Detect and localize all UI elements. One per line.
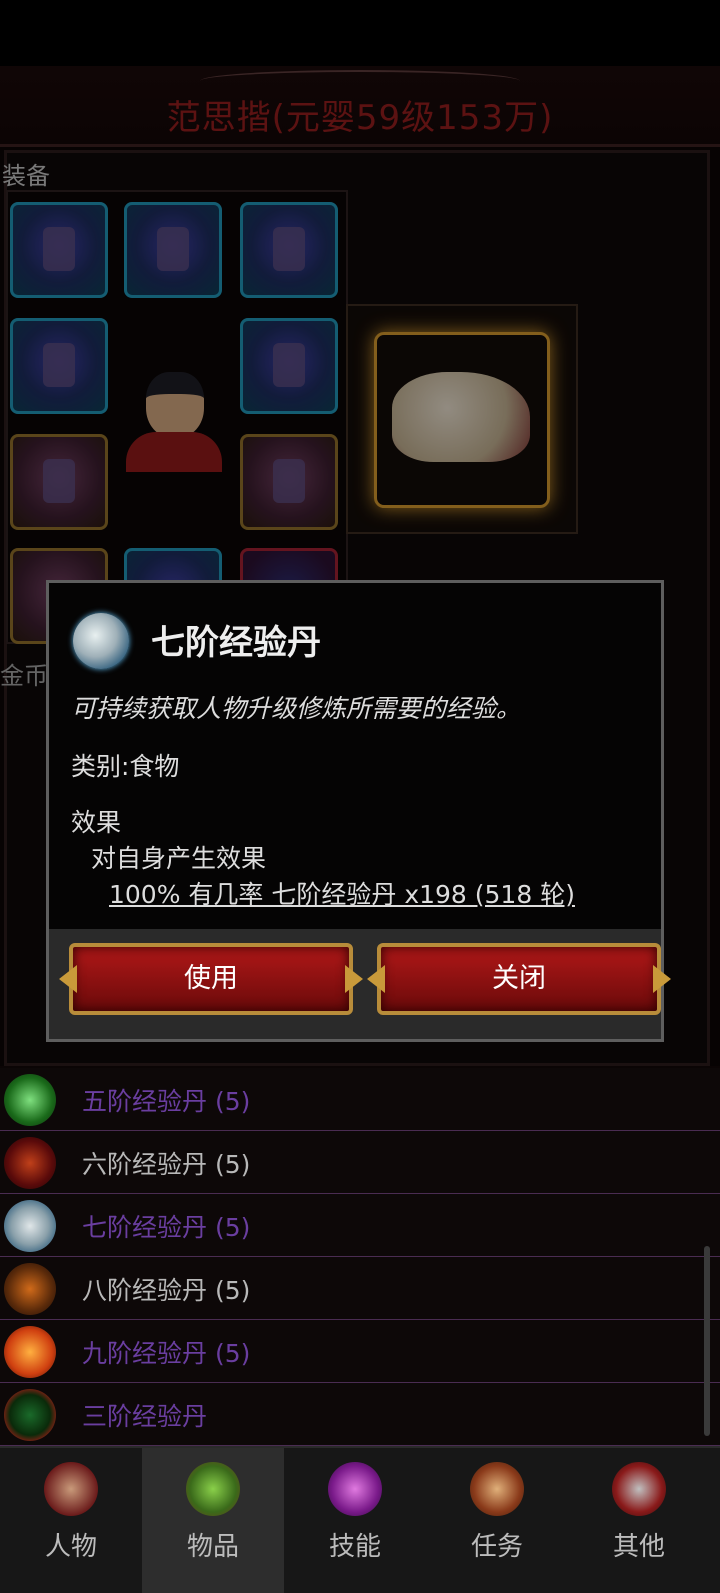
tab-label: 物品 <box>186 1532 239 1562</box>
pill-orb-icon <box>73 613 129 669</box>
tab-quests[interactable]: 任务 <box>426 1448 568 1593</box>
list-item[interactable]: 九阶经验丹 (5) <box>0 1320 720 1384</box>
item-name: 七阶经验丹 (5) <box>82 1213 251 1242</box>
item-name: 九阶经验丹 (5) <box>82 1339 251 1368</box>
tab-skills[interactable]: 技能 <box>284 1448 426 1593</box>
list-item[interactable]: 七阶经验丹 (5) <box>0 1194 720 1258</box>
effect-detail-link[interactable]: 100% 有几率 七阶经验丹 x198 (518 轮) <box>109 875 575 911</box>
white-orb-icon <box>4 1200 56 1252</box>
quests-icon <box>470 1462 524 1516</box>
flame-orb-icon <box>4 1263 56 1315</box>
status-bar-area <box>0 0 720 66</box>
item-name: 三阶经验丹 <box>82 1402 208 1431</box>
tab-items[interactable]: 物品 <box>142 1448 284 1593</box>
list-item[interactable]: 三阶经验丹 <box>0 1383 720 1447</box>
ornament-left <box>59 965 77 993</box>
use-button[interactable]: 使用 <box>59 943 363 1015</box>
effect-target: 对自身产生效果 <box>91 844 267 873</box>
dialog-title: 七阶经验丹 <box>151 623 321 663</box>
green-red-orb-icon <box>4 1389 56 1441</box>
close-button-label: 关闭 <box>492 963 546 994</box>
list-scrollbar[interactable] <box>704 1246 710 1436</box>
other-icon <box>612 1462 666 1516</box>
character-icon <box>44 1462 98 1516</box>
item-detail-dialog: 七阶经验丹 可持续获取人物升级修炼所需要的经验。 类别:食物 效果 对自身产生效… <box>46 580 671 1042</box>
item-name: 五阶经验丹 (5) <box>82 1087 251 1116</box>
red-orb-icon <box>4 1137 56 1189</box>
effect-header: 效果 <box>71 808 122 837</box>
list-item[interactable]: 六阶经验丹 (5) <box>0 1131 720 1195</box>
bottom-tab-bar: 人物 物品 技能 任务 其他 <box>0 1446 720 1593</box>
use-button-label: 使用 <box>184 963 238 994</box>
list-item[interactable]: 五阶经验丹 (5) <box>0 1068 720 1132</box>
items-icon <box>186 1462 240 1516</box>
item-name: 八阶经验丹 (5) <box>82 1276 251 1305</box>
ornament-left <box>367 965 385 993</box>
fire-orb-icon <box>4 1326 56 1378</box>
item-name: 六阶经验丹 (5) <box>82 1150 251 1179</box>
tab-label: 其他 <box>612 1532 665 1562</box>
tab-other[interactable]: 其他 <box>568 1448 710 1593</box>
tab-label: 人物 <box>44 1532 97 1562</box>
dialog-button-bar: 使用 关闭 <box>49 929 671 1039</box>
tab-label: 任务 <box>470 1532 523 1562</box>
item-description: 可持续获取人物升级修炼所需要的经验。 <box>71 694 522 723</box>
tab-character[interactable]: 人物 <box>0 1448 142 1593</box>
tab-label: 技能 <box>328 1532 381 1562</box>
item-category: 类别:食物 <box>71 752 180 781</box>
green-orb-icon <box>4 1074 56 1126</box>
close-button[interactable]: 关闭 <box>367 943 671 1015</box>
ornament-right <box>345 965 363 993</box>
list-item[interactable]: 八阶经验丹 (5) <box>0 1257 720 1321</box>
skills-icon <box>328 1462 382 1516</box>
